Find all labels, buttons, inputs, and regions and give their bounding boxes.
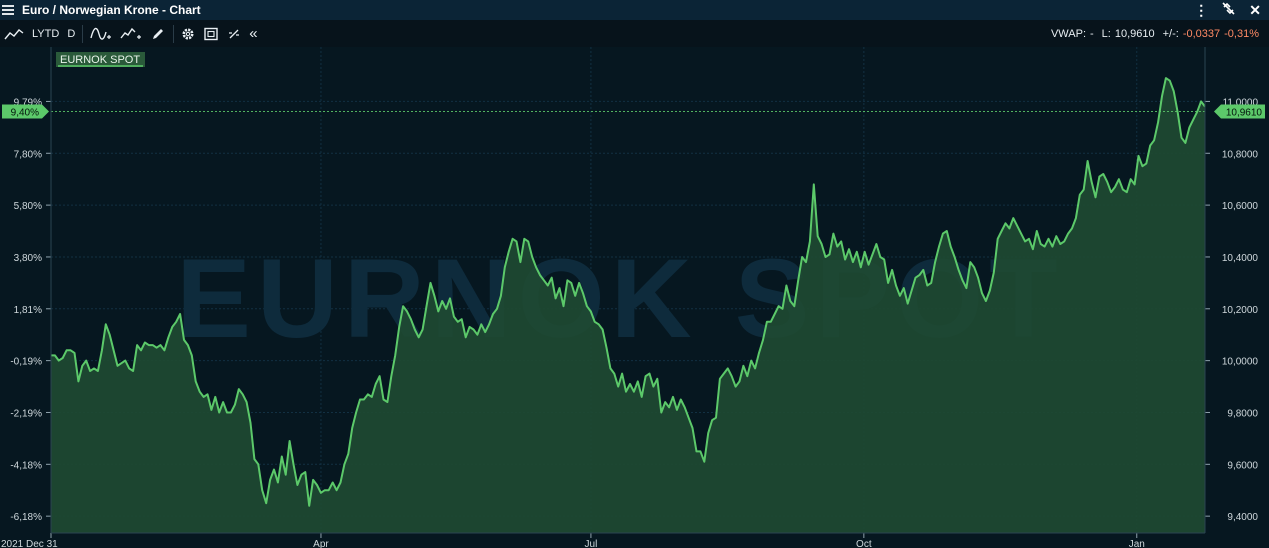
- right-axis-tick-label: 9,8000: [1227, 408, 1258, 419]
- vwap-value: -: [1090, 27, 1094, 40]
- change-label: +/-:: [1162, 27, 1179, 40]
- unlink-icon[interactable]: [1222, 2, 1235, 18]
- left-axis-tick-label: -0,19%: [10, 357, 42, 368]
- left-axis-tick-label: 1,81%: [14, 305, 42, 316]
- time-axis-tick-label: Oct: [856, 539, 872, 548]
- legend-series-name: EURNOK SPOT: [60, 54, 140, 66]
- last-value: 10,9610: [1114, 27, 1155, 40]
- change-percent: -0,31%: [1224, 27, 1259, 40]
- left-axis-tick-label: 7,80%: [14, 149, 42, 160]
- draw-pencil-icon[interactable]: [146, 20, 170, 47]
- left-axis-tick-label: 3,80%: [14, 253, 42, 264]
- left-axis-tick-label: -4,18%: [10, 460, 42, 471]
- settings-gear-icon[interactable]: [177, 20, 199, 47]
- time-axis-tick-label: 2021 Dec 31: [1, 539, 58, 548]
- last-value-tag-label: 10,9610: [1226, 108, 1263, 119]
- crosshair-icon[interactable]: [223, 20, 245, 47]
- right-axis-tick-label: 9,4000: [1227, 512, 1258, 523]
- right-axis-tick-label: 10,6000: [1222, 201, 1259, 212]
- toolbar-divider: [82, 24, 84, 43]
- add-series-icon[interactable]: [116, 20, 146, 47]
- more-options-icon[interactable]: ⋮: [1194, 2, 1208, 19]
- price-chart[interactable]: EURNOK SPOT -6,18% -4,18% -2,19% -0,19% 1,81…: [0, 47, 1269, 548]
- series-legend[interactable]: EURNOK SPOT: [56, 52, 145, 67]
- hamburger-menu-icon[interactable]: [2, 5, 14, 15]
- add-study-icon[interactable]: [86, 20, 116, 47]
- line-chart-type-icon[interactable]: [0, 20, 28, 47]
- period-selector[interactable]: LYTD: [28, 20, 63, 47]
- chart-toolbar: LYTD D « VWAP: - L: 10,9610 +/-: -0,0337…: [0, 20, 1269, 47]
- toolbar-divider: [173, 24, 175, 43]
- change-value: -0,0337: [1182, 27, 1221, 40]
- left-axis-tick-label: 5,80%: [14, 201, 42, 212]
- collapse-toolbar-icon[interactable]: «: [245, 20, 261, 47]
- right-axis-tick-label: 10,2000: [1222, 305, 1259, 316]
- interval-selector[interactable]: D: [63, 20, 79, 47]
- last-value-tag: 10,9610: [1214, 104, 1265, 119]
- right-axis-tick-label: 9,6000: [1227, 460, 1258, 471]
- quote-summary: VWAP: - L: 10,9610 +/-: -0,0337 -0,31%: [1051, 20, 1259, 47]
- time-axis-tick-label: Jul: [585, 539, 598, 548]
- time-axis-tick-label: Jan: [1129, 539, 1145, 548]
- right-axis-tick-label: 10,0000: [1222, 357, 1259, 368]
- last-percent-tag: 9,40%: [2, 104, 49, 119]
- time-axis-tick-label: Apr: [313, 539, 329, 548]
- close-icon[interactable]: ✕: [1249, 2, 1261, 19]
- last-label: L:: [1101, 27, 1111, 40]
- left-axis-tick-label: -6,18%: [10, 512, 42, 523]
- right-axis-tick-label: 10,4000: [1222, 253, 1259, 264]
- layout-panel-icon[interactable]: [199, 20, 223, 47]
- title-bar: Euro / Norwegian Krone - Chart ⋮ ✕: [0, 0, 1269, 20]
- last-percent-tag-label: 9,40%: [11, 108, 39, 119]
- vwap-label: VWAP:: [1050, 27, 1086, 40]
- left-axis-tick-label: -2,19%: [10, 408, 42, 419]
- right-axis-tick-label: 10,8000: [1222, 149, 1259, 160]
- window-title: Euro / Norwegian Krone - Chart: [22, 3, 201, 17]
